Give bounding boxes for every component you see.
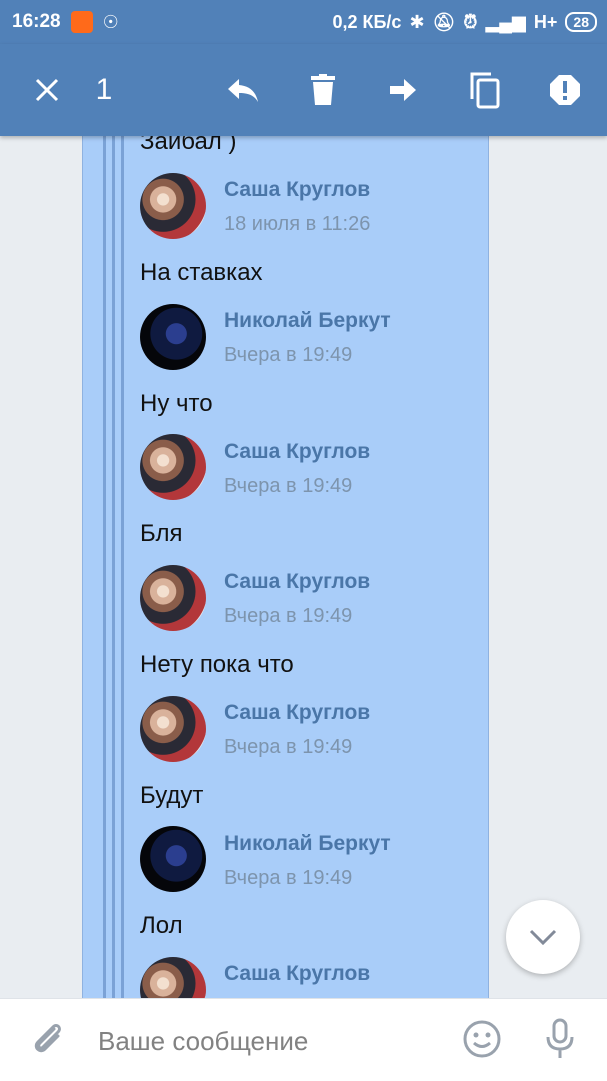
message-text: Будут bbox=[140, 782, 204, 809]
message-text: Нету пока что bbox=[140, 651, 294, 678]
message-text: Бля bbox=[140, 520, 183, 547]
reply-icon bbox=[228, 79, 258, 102]
forward-indent-line bbox=[103, 136, 106, 998]
message-composer bbox=[0, 998, 607, 1081]
message-date: Вчера в 19:49 bbox=[224, 475, 353, 497]
forward-indent-line bbox=[121, 136, 124, 998]
scroll-down-button[interactable] bbox=[506, 900, 580, 974]
battery-level: 28 bbox=[565, 12, 597, 32]
status-right: 0,2 КБ/с ✱ 🔕︎ ⏰︎ ▂▄▆ H+ 28 bbox=[332, 0, 597, 44]
microphone-icon[interactable] bbox=[540, 1017, 580, 1061]
author-name[interactable]: Саша Круглов bbox=[224, 962, 370, 986]
avatar[interactable] bbox=[140, 434, 206, 500]
avatar[interactable] bbox=[140, 826, 206, 892]
close-selection-button[interactable] bbox=[22, 44, 72, 136]
author-name[interactable]: Николай Беркут bbox=[224, 832, 391, 856]
message-area[interactable]: Заибал ) Саша Круглов 18 июля в 11:26 На… bbox=[0, 136, 607, 998]
delete-icon bbox=[311, 74, 335, 105]
message-date: Вчера в 19:49 bbox=[224, 736, 353, 758]
message-text: На ставках bbox=[140, 259, 263, 286]
close-icon bbox=[35, 78, 59, 102]
author-name[interactable]: Саша Круглов bbox=[224, 178, 370, 202]
report-button[interactable] bbox=[540, 44, 590, 136]
network-type: H+ bbox=[533, 11, 558, 32]
alarm-icon: ⏰︎ bbox=[463, 11, 478, 32]
copy-button[interactable] bbox=[460, 44, 510, 136]
mute-icon: 🔕︎ bbox=[432, 11, 456, 32]
selected-count: 1 bbox=[95, 73, 113, 106]
message-input[interactable] bbox=[96, 1019, 430, 1063]
author-name[interactable]: Саша Круглов bbox=[224, 570, 370, 594]
message-date: Вчера в 19:49 bbox=[224, 867, 353, 889]
author-name[interactable]: Николай Беркут bbox=[224, 309, 391, 333]
avatar[interactable] bbox=[140, 565, 206, 631]
copy-icon bbox=[470, 72, 500, 109]
avatar[interactable] bbox=[140, 304, 206, 370]
reply-button[interactable] bbox=[218, 44, 268, 136]
status-time: 16:28 bbox=[12, 11, 61, 32]
chevron-down-icon bbox=[529, 929, 557, 945]
delete-button[interactable] bbox=[298, 44, 348, 136]
forward-button[interactable] bbox=[378, 44, 428, 136]
author-name[interactable]: Саша Круглов bbox=[224, 701, 370, 725]
message-text: Заибал ) bbox=[140, 136, 237, 155]
message-text: Ну что bbox=[140, 390, 213, 417]
forward-indent-line bbox=[112, 136, 115, 998]
author-name[interactable]: Саша Круглов bbox=[224, 440, 370, 464]
status-bar: 16:28 ☉ 0,2 КБ/с ✱ 🔕︎ ⏰︎ ▂▄▆ H+ 28 bbox=[0, 0, 607, 44]
network-speed: 0,2 КБ/с bbox=[332, 11, 402, 32]
notification-app-icon bbox=[70, 11, 93, 33]
avatar[interactable] bbox=[140, 696, 206, 762]
message-date: Вчера в 19:49 bbox=[224, 344, 353, 366]
emoji-icon[interactable] bbox=[462, 1019, 502, 1059]
notification-icon: ☉ bbox=[102, 11, 119, 32]
forward-icon bbox=[390, 79, 416, 101]
avatar[interactable] bbox=[140, 173, 206, 239]
selection-toolbar: 1 bbox=[0, 44, 607, 136]
bluetooth-icon: ✱ bbox=[409, 11, 425, 32]
message-date: Вчера в 19:49 bbox=[224, 605, 353, 627]
report-icon bbox=[550, 75, 580, 105]
message-date: 18 июля в 11:26 bbox=[224, 213, 371, 235]
message-text: Лол bbox=[140, 912, 183, 939]
attach-icon[interactable] bbox=[28, 1019, 68, 1059]
signal-icon: ▂▄▆ bbox=[485, 11, 526, 32]
